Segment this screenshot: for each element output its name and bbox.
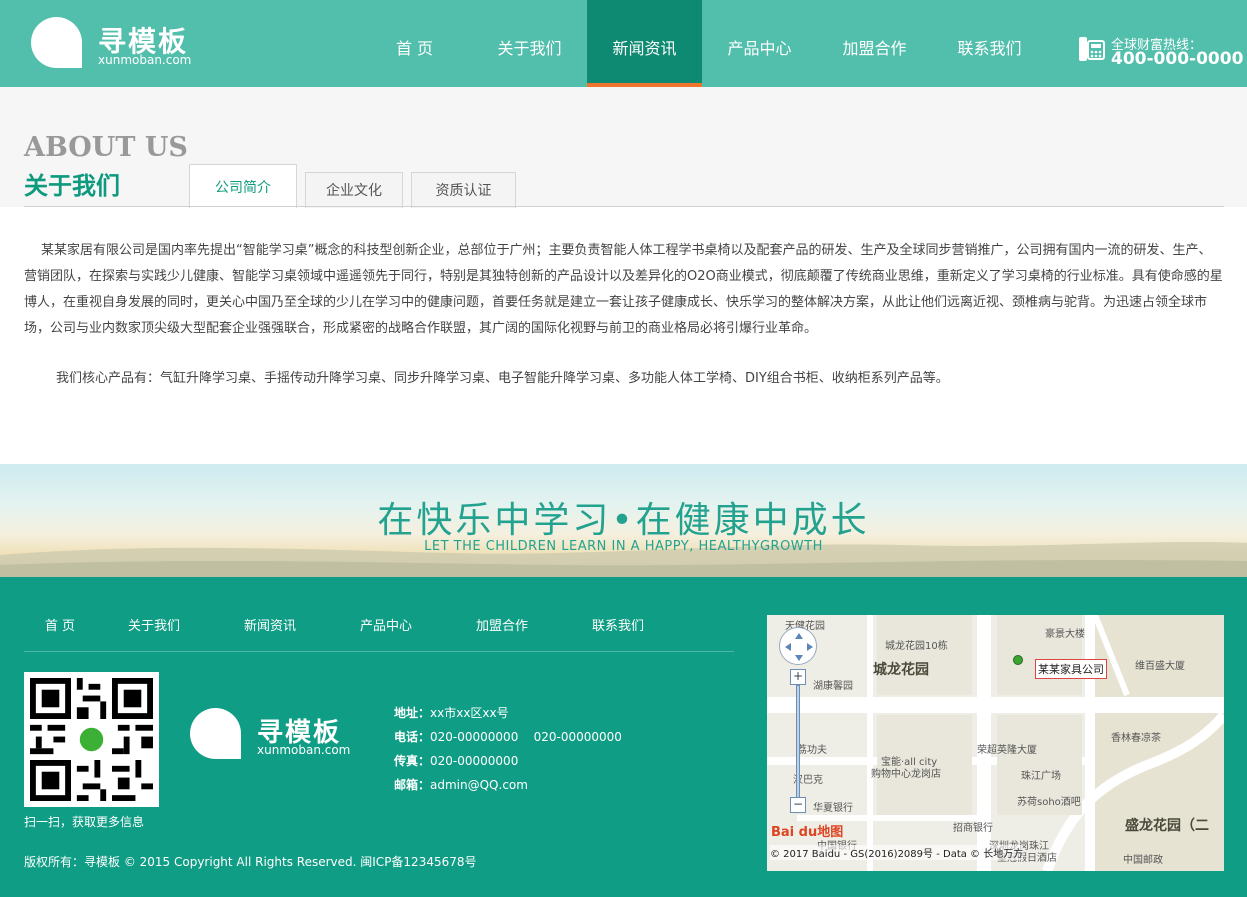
fax-label: 传真： <box>394 754 431 768</box>
site-header: 寻模板 xunmoban.com 首 页 关于我们 新闻资讯 产品中心 加盟合作… <box>0 0 1247 87</box>
footer-nav-about[interactable]: 关于我们 <box>96 615 212 634</box>
map-pan-control[interactable] <box>779 627 817 665</box>
site-footer: 首 页 关于我们 新闻资讯 产品中心 加盟合作 联系我们 扫一扫，获取更多信息 … <box>0 577 1247 897</box>
baidu-map[interactable]: 天健花园 城龙花园10栋 豪景大楼 湖康馨园 维百盛大厦 荔功夫 宝能·all … <box>767 615 1224 871</box>
phone-icon <box>1079 37 1105 61</box>
tab-company-profile[interactable]: 公司简介 <box>189 164 297 208</box>
address-row: 地址：xx市xx区xx号 <box>394 701 622 725</box>
footer-nav-franchise[interactable]: 加盟合作 <box>444 615 560 634</box>
nav-products[interactable]: 产品中心 <box>702 0 817 87</box>
slogan-en: LET THE CHILDREN LEARN IN A HAPPY, HEALT… <box>424 539 823 554</box>
map-label: 珠江广场 <box>1021 771 1061 782</box>
map-pin-icon[interactable] <box>1013 655 1023 665</box>
footer-nav-products[interactable]: 产品中心 <box>328 615 444 634</box>
core-products-paragraph: 我们核心产品有：气缸升降学习桌、手摇传动升降学习桌、同步升降学习桌、电子智能升降… <box>56 371 949 386</box>
map-copyright: © 2017 Baidu - GS(2016)2089号 - Data © 长地… <box>770 845 1024 860</box>
map-district-label: 盛龙花园（二 <box>1125 818 1209 834</box>
map-label: 豪景大楼 <box>1045 629 1085 640</box>
about-title-en: ABOUT US <box>24 132 188 163</box>
phone-value: 020-00000000 020-00000000 <box>430 730 622 744</box>
map-label: 湖康馨园 <box>813 681 853 692</box>
nav-home[interactable]: 首 页 <box>357 0 472 87</box>
about-content: 某某家居有限公司是国内率先提出“智能学习桌”概念的科技型创新企业，总部位于广州；… <box>24 238 1224 392</box>
about-header: ABOUT US 关于我们 公司简介 企业文化 资质认证 <box>0 87 1247 208</box>
email-value[interactable]: admin@QQ.com <box>430 778 528 792</box>
logo-icon[interactable] <box>31 17 82 68</box>
footer-nav-news[interactable]: 新闻资讯 <box>212 615 328 634</box>
map-zoom-control: + − <box>790 669 806 819</box>
contact-info: 地址：xx市xx区xx号 电话：020-00000000 020-0000000… <box>394 701 622 797</box>
address-label: 地址： <box>394 706 431 720</box>
zoom-out-button[interactable]: − <box>790 797 806 813</box>
qr-caption: 扫一扫，获取更多信息 <box>24 815 145 829</box>
logo-domain: xunmoban.com <box>98 53 192 67</box>
hotline-number: 400-000-0000 <box>1111 49 1244 69</box>
qr-code-icon <box>30 678 153 801</box>
footer-nav: 首 页 关于我们 新闻资讯 产品中心 加盟合作 联系我们 <box>24 615 734 634</box>
footer-logo-domain: xunmoban.com <box>257 743 351 757</box>
slogan-cn: 在快乐中学习•在健康中成长 <box>377 500 870 541</box>
footer-nav-contact[interactable]: 联系我们 <box>560 615 676 634</box>
tab-certification[interactable]: 资质认证 <box>411 172 516 208</box>
footer-divider <box>24 651 734 652</box>
pan-arrows-icon <box>785 633 813 661</box>
map-marker-label[interactable]: 某某家具公司 <box>1035 659 1107 679</box>
zoom-slider[interactable] <box>796 685 800 803</box>
company-intro-paragraph: 某某家居有限公司是国内率先提出“智能学习桌”概念的科技型创新企业，总部位于广州；… <box>24 243 1223 336</box>
phone-row: 电话：020-00000000 020-00000000 <box>394 725 622 749</box>
baidu-logo: Bai du地图 <box>771 825 844 840</box>
map-label: 购物中心龙岗店 <box>871 769 941 780</box>
divider <box>24 206 1224 207</box>
fax-row: 传真：020-00000000 <box>394 749 622 773</box>
map-label: 招商银行 <box>953 823 993 834</box>
map-label: 苏荷soho酒吧 <box>1017 797 1081 808</box>
map-label: 华夏银行 <box>813 803 853 814</box>
slogan-banner: 在快乐中学习•在健康中成长 LET THE CHILDREN LEARN IN … <box>0 464 1247 577</box>
tab-corporate-culture[interactable]: 企业文化 <box>305 172 403 208</box>
fax-value: 020-00000000 <box>430 754 519 768</box>
map-label: 香林春凉茶 <box>1111 733 1161 744</box>
map-label: 中国邮政 <box>1123 855 1163 866</box>
footer-logo-icon <box>190 708 241 759</box>
phone-label: 电话： <box>394 730 431 744</box>
nav-news[interactable]: 新闻资讯 <box>587 0 702 87</box>
about-title-cn: 关于我们 <box>24 172 120 200</box>
email-row: 邮箱：admin@QQ.com <box>394 773 622 797</box>
copyright: 版权所有：寻模板 © 2015 Copyright All Rights Res… <box>24 855 477 869</box>
address-value: xx市xx区xx号 <box>430 706 509 720</box>
footer-nav-home[interactable]: 首 页 <box>24 615 96 634</box>
nav-about[interactable]: 关于我们 <box>472 0 587 87</box>
map-label: 维百盛大厦 <box>1135 661 1185 672</box>
zoom-in-button[interactable]: + <box>790 669 806 685</box>
about-tabs: 公司简介 企业文化 资质认证 <box>189 164 524 208</box>
main-nav: 首 页 关于我们 新闻资讯 产品中心 加盟合作 联系我们 <box>357 0 1047 87</box>
map-district-label: 城龙花园 <box>873 662 929 678</box>
map-label: 荣超英隆大厦 <box>977 745 1037 756</box>
map-label: 城龙花园10栋 <box>885 641 948 652</box>
email-label: 邮箱： <box>394 778 431 792</box>
qr-code <box>24 672 159 807</box>
nav-franchise[interactable]: 加盟合作 <box>817 0 932 87</box>
nav-contact[interactable]: 联系我们 <box>932 0 1047 87</box>
